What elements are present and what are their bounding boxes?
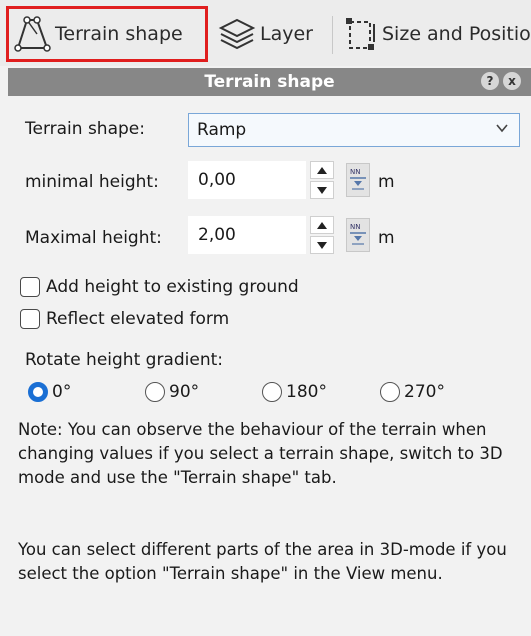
terrain-shape-select[interactable]: Ramp (188, 113, 520, 147)
radio-90[interactable]: 90° (145, 382, 199, 402)
close-icon[interactable]: x (503, 72, 521, 90)
radio-icon[interactable] (262, 382, 282, 402)
layer-icon (218, 14, 256, 54)
add-height-checkbox[interactable] (20, 277, 40, 297)
tab-layer[interactable]: Layer (218, 6, 323, 62)
terrain-shape-icon (13, 14, 51, 54)
min-height-input[interactable]: 0,00 (188, 161, 306, 199)
tab-size-position-label: Size and Positio (382, 23, 531, 45)
decrement-arrow-icon[interactable] (310, 236, 334, 254)
max-height-unit: m (378, 228, 395, 248)
min-height-label: minimal height: (25, 172, 159, 192)
rotate-gradient-label: Rotate height gradient: (25, 350, 223, 370)
note-text: Note: You can observe the behaviour of t… (18, 420, 503, 487)
radio-90-label: 90° (169, 382, 200, 402)
tab-terrain-shape[interactable]: Terrain shape (6, 6, 208, 62)
tab-size-position[interactable]: Size and Positio (344, 6, 531, 62)
max-height-input[interactable]: 2,00 (188, 216, 306, 254)
height-reference-icon[interactable]: NN (346, 163, 370, 197)
add-height-checkbox-row[interactable]: Add height to existing ground (20, 277, 299, 297)
panel-header: Terrain shape ? x (8, 68, 531, 96)
reflect-label: Reflect elevated form (46, 309, 230, 329)
max-height-stepper[interactable] (310, 216, 336, 254)
max-height-label: Maximal height: (25, 228, 162, 248)
radio-selected-icon[interactable] (28, 382, 48, 402)
radio-270-label: 270° (404, 382, 445, 402)
tab-terrain-shape-label: Terrain shape (55, 23, 183, 45)
increment-arrow-icon[interactable] (310, 216, 334, 234)
svg-text:NN: NN (350, 223, 360, 231)
reflect-checkbox[interactable] (20, 309, 40, 329)
terrain-shape-value: Ramp (197, 120, 247, 140)
height-reference-icon[interactable]: NN (346, 218, 370, 252)
min-height-stepper[interactable] (310, 161, 336, 199)
min-height-unit: m (378, 172, 395, 192)
radio-270[interactable]: 270° (380, 382, 445, 402)
panel-title: Terrain shape (204, 72, 335, 92)
tab-layer-label: Layer (260, 23, 313, 45)
radio-0[interactable]: 0° (28, 382, 71, 402)
tab-separator (332, 16, 333, 54)
radio-180[interactable]: 180° (262, 382, 327, 402)
radio-icon[interactable] (380, 382, 400, 402)
reflect-checkbox-row[interactable]: Reflect elevated form (20, 309, 229, 329)
help-icon[interactable]: ? (481, 72, 499, 90)
chevron-down-icon (496, 124, 508, 133)
radio-icon[interactable] (145, 382, 165, 402)
info-text: You can select different parts of the ar… (18, 540, 507, 583)
radio-0-label: 0° (52, 382, 72, 402)
tab-bar: Terrain shape Layer Size and Positio (0, 0, 531, 66)
radio-180-label: 180° (286, 382, 327, 402)
increment-arrow-icon[interactable] (310, 161, 334, 179)
svg-text:NN: NN (350, 168, 360, 176)
terrain-shape-label: Terrain shape: (25, 119, 145, 139)
size-position-icon (344, 14, 378, 54)
decrement-arrow-icon[interactable] (310, 181, 334, 199)
add-height-label: Add height to existing ground (46, 277, 299, 297)
